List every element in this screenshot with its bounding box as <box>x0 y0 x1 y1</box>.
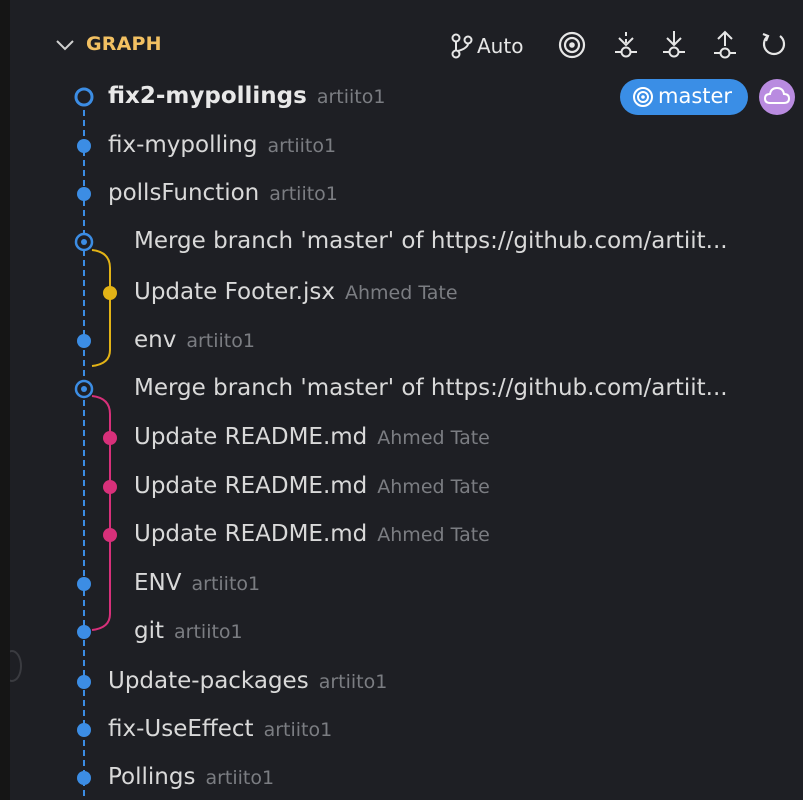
commit-message: Update README.md Ahmed Tate <box>134 473 490 499</box>
commit-author: artiito1 <box>174 621 243 643</box>
commit-author: artiito1 <box>318 671 388 693</box>
commit-author: Ahmed Tate <box>344 282 458 304</box>
commit-row[interactable]: Update README.md Ahmed Tate <box>10 415 803 461</box>
commit-author: Ahmed Tate <box>377 524 490 546</box>
commit-author: artiito1 <box>267 135 337 157</box>
commit-row[interactable]: Update Footer.jsx Ahmed Tate <box>10 270 803 316</box>
commit-row[interactable]: git artiito1 <box>10 609 803 655</box>
target-icon[interactable] <box>556 30 588 60</box>
commit-row[interactable]: env artiito1 <box>10 318 803 364</box>
chevron-down-icon[interactable] <box>54 36 76 54</box>
commit-author: artiito1 <box>191 573 261 595</box>
push-icon[interactable] <box>712 30 738 60</box>
pull-icon[interactable] <box>661 30 687 60</box>
commit-author: artiito1 <box>269 183 338 205</box>
commit-message: pollsFunction artiito1 <box>108 180 338 206</box>
commit-row[interactable]: ENV artiito1 <box>10 561 803 607</box>
section-title: GRAPH <box>86 33 162 55</box>
source-control-graph-panel: GRAPH Auto master fix2-mypollings artiit… <box>10 0 803 800</box>
commit-row[interactable]: fix-mypolling artiito1 <box>10 123 803 169</box>
commit-message: Update README.md Ahmed Tate <box>134 521 490 547</box>
fetch-icon[interactable] <box>613 30 639 60</box>
commit-message: fix2-mypollings artiito1 <box>108 83 386 109</box>
commit-message: Merge branch 'master' of https://github.… <box>134 375 728 401</box>
commit-message: Update README.md Ahmed Tate <box>134 424 490 450</box>
commit-row[interactable]: fix-UseEffect artiito1 <box>10 707 803 753</box>
commit-row[interactable]: Pollings artiito1 <box>10 755 803 800</box>
commit-message: env artiito1 <box>134 327 255 353</box>
commit-author: artiito1 <box>186 330 255 352</box>
commit-message: Pollings artiito1 <box>108 764 275 790</box>
commit-row[interactable]: pollsFunction artiito1 <box>10 171 803 217</box>
source-branch-icon[interactable] <box>450 30 474 60</box>
commit-row[interactable]: Merge branch 'master' of https://github.… <box>10 366 803 412</box>
commit-row[interactable]: Update README.md Ahmed Tate <box>10 512 803 558</box>
commit-row[interactable]: Update-packages artiito1 <box>10 659 803 705</box>
commit-row[interactable]: fix2-mypollings artiito1 <box>10 74 803 120</box>
refresh-icon[interactable] <box>760 30 788 60</box>
auto-label[interactable]: Auto <box>477 34 523 58</box>
commit-author: artiito1 <box>205 767 275 789</box>
commit-row[interactable]: Update README.md Ahmed Tate <box>10 464 803 510</box>
commit-message: git artiito1 <box>134 618 243 644</box>
commit-message: Update Footer.jsx Ahmed Tate <box>134 279 458 305</box>
commit-message: ENV artiito1 <box>134 570 261 596</box>
commit-author: Ahmed Tate <box>377 427 490 449</box>
commit-message: Update-packages artiito1 <box>108 668 388 694</box>
commit-author: artiito1 <box>263 719 333 741</box>
commit-message: fix-mypolling artiito1 <box>108 132 337 158</box>
commit-row[interactable]: Merge branch 'master' of https://github.… <box>10 219 803 265</box>
commit-message: Merge branch 'master' of https://github.… <box>134 228 728 254</box>
commit-message: fix-UseEffect artiito1 <box>108 716 333 742</box>
commit-author: artiito1 <box>316 86 386 108</box>
commit-author: Ahmed Tate <box>377 476 490 498</box>
graph-section-header[interactable]: GRAPH Auto <box>10 20 803 72</box>
